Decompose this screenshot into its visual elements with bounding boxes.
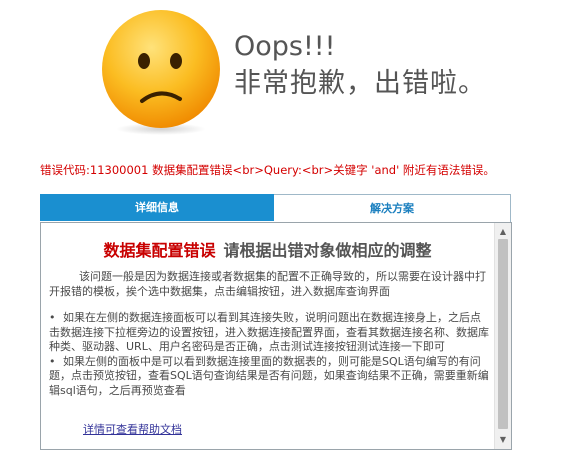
list-item: • 如果左侧的面板中是可以看到数据连接里面的数据表的，则可能是SQL语句编写的有问… — [49, 355, 489, 399]
scroll-down-icon[interactable]: ▼ — [495, 433, 511, 447]
oops-heading: Oops!!! — [234, 31, 336, 62]
list-item: • 如果在左侧的数据连接面板可以看到其连接失败，说明问题出在数据连接身上，之后点击… — [49, 311, 489, 355]
list-item-text: 如果左侧的面板中是可以看到数据连接里面的数据表的，则可能是SQL语句编写的有问题… — [49, 354, 489, 397]
bullet-icon: • — [49, 311, 56, 324]
error-message: 错误代码:11300001 数据集配置错误<br>Query:<br>关键字 '… — [40, 163, 495, 177]
list-item-text: 如果在左侧的数据连接面板可以看到其连接失败，说明问题出在数据连接身上，之后点击数… — [49, 311, 489, 353]
scroll-thumb[interactable] — [498, 239, 508, 429]
help-doc-link[interactable]: 详情可查看帮助文档 — [83, 421, 182, 437]
sad-face-icon — [102, 10, 220, 135]
panel-content: 数据集配置错误 请根据出错对象做相应的调整 该问题一般是因为数据连接或者数据集的配… — [41, 223, 494, 449]
tab-bar: 详细信息 解决方案 — [40, 194, 512, 222]
apology-heading: 非常抱歉，出错啦。 — [234, 68, 486, 99]
solution-panel: 数据集配置错误 请根据出错对象做相应的调整 该问题一般是因为数据连接或者数据集的配… — [40, 222, 512, 450]
intro-paragraph: 该问题一般是因为数据连接或者数据集的配置不正确导致的，所以需要在设计器中打开报错… — [49, 270, 486, 298]
panel-title-error: 数据集配置错误 — [103, 241, 216, 260]
panel-title: 数据集配置错误 请根据出错对象做相应的调整 — [41, 237, 494, 261]
bullet-icon: • — [49, 354, 56, 368]
vertical-scrollbar[interactable]: ▲ ▼ — [494, 223, 511, 449]
solution-list: • 如果在左侧的数据连接面板可以看到其连接失败，说明问题出在数据连接身上，之后点击… — [49, 311, 489, 398]
tab-details[interactable]: 详细信息 — [40, 194, 274, 221]
scroll-up-icon[interactable]: ▲ — [495, 225, 511, 239]
tab-solution[interactable]: 解决方案 — [274, 194, 511, 222]
panel-title-hint: 请根据出错对象做相应的调整 — [223, 241, 432, 260]
